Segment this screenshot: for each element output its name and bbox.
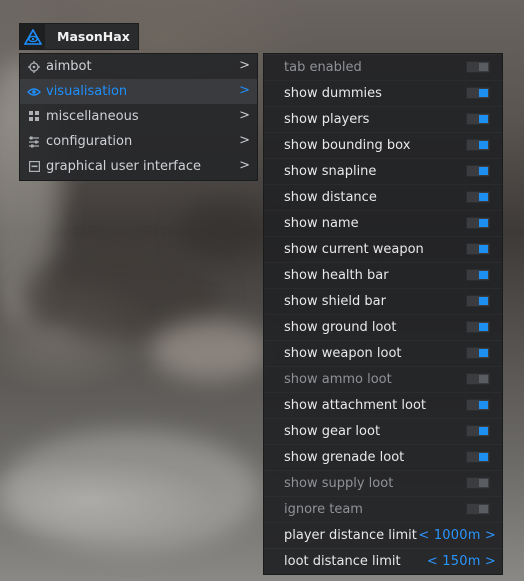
toggle-switch[interactable] <box>466 477 490 489</box>
setting-show-name[interactable]: show name <box>264 210 502 236</box>
nav-item-label: graphical user interface <box>46 159 201 174</box>
setting-show-dummies[interactable]: show dummies <box>264 80 502 106</box>
setting-show-shield-bar[interactable]: show shield bar <box>264 288 502 314</box>
toggle-switch[interactable] <box>466 87 490 99</box>
setting-show-bounding-box[interactable]: show bounding box <box>264 132 502 158</box>
toggle-switch[interactable] <box>466 295 490 307</box>
setting-label: show dummies <box>284 86 382 101</box>
toggle-switch[interactable] <box>466 113 490 125</box>
value-selector[interactable]: < 1000m > <box>418 528 496 543</box>
setting-label: show weapon loot <box>284 346 402 361</box>
crosshair-icon <box>27 60 41 74</box>
setting-player-distance-limit[interactable]: player distance limit < 1000m > <box>264 522 502 548</box>
toggle-switch[interactable] <box>466 243 490 255</box>
toggle-switch[interactable] <box>466 139 490 151</box>
nav-item-label: aimbot <box>46 59 92 74</box>
setting-label: show ground loot <box>284 320 397 335</box>
toggle-switch[interactable] <box>466 269 490 281</box>
setting-label: show health bar <box>284 268 389 283</box>
setting-show-weapon-loot[interactable]: show weapon loot <box>264 340 502 366</box>
toggle-switch[interactable] <box>466 321 490 333</box>
window-icon <box>27 160 41 174</box>
nav-item-visualisation[interactable]: visualisation > <box>20 79 257 104</box>
setting-show-grenade-loot[interactable]: show grenade loot <box>264 444 502 470</box>
setting-show-attachment-loot[interactable]: show attachment loot <box>264 392 502 418</box>
nav-item-miscellaneous[interactable]: miscellaneous > <box>20 104 257 129</box>
logo-icon <box>20 24 45 49</box>
setting-label: show name <box>284 216 359 231</box>
sliders-icon <box>27 135 41 149</box>
toggle-switch[interactable] <box>466 217 490 229</box>
nav-item-configuration[interactable]: configuration > <box>20 129 257 154</box>
setting-label: show attachment loot <box>284 398 426 413</box>
toggle-switch[interactable] <box>466 425 490 437</box>
toggle-switch[interactable] <box>466 347 490 359</box>
value-selector[interactable]: < 150m > <box>427 554 496 569</box>
setting-ignore-team[interactable]: ignore team <box>264 496 502 522</box>
nav-item-graphical-user-interface[interactable]: graphical user interface > <box>20 154 257 179</box>
toggle-switch[interactable] <box>466 61 490 73</box>
setting-label: show distance <box>284 190 377 205</box>
toggle-switch[interactable] <box>466 373 490 385</box>
setting-label: show gear loot <box>284 424 381 439</box>
nav-item-label: visualisation <box>46 84 128 99</box>
chevron-right-icon: > <box>239 108 250 123</box>
setting-loot-distance-limit[interactable]: loot distance limit < 150m > <box>264 548 502 574</box>
setting-label: show shield bar <box>284 294 386 309</box>
toggle-switch[interactable] <box>466 165 490 177</box>
setting-label: tab enabled <box>284 60 362 75</box>
setting-show-health-bar[interactable]: show health bar <box>264 262 502 288</box>
setting-show-supply-loot[interactable]: show supply loot <box>264 470 502 496</box>
setting-show-distance[interactable]: show distance <box>264 184 502 210</box>
setting-label: show grenade loot <box>284 450 405 465</box>
toggle-switch[interactable] <box>466 503 490 515</box>
toggle-switch[interactable] <box>466 451 490 463</box>
setting-label: show ammo loot <box>284 372 392 387</box>
setting-show-ammo-loot[interactable]: show ammo loot <box>264 366 502 392</box>
grid-icon <box>27 110 41 124</box>
setting-show-gear-loot[interactable]: show gear loot <box>264 418 502 444</box>
setting-show-players[interactable]: show players <box>264 106 502 132</box>
chevron-right-icon: > <box>239 58 250 73</box>
nav-item-label: miscellaneous <box>46 109 139 124</box>
setting-label: player distance limit <box>284 528 417 543</box>
visualisation-settings-panel: tab enabled show dummies show players sh… <box>263 53 503 575</box>
setting-label: loot distance limit <box>284 554 401 569</box>
nav-item-aimbot[interactable]: aimbot > <box>20 54 257 79</box>
chevron-right-icon: > <box>239 158 250 173</box>
chevron-right-icon: > <box>239 83 250 98</box>
setting-show-snapline[interactable]: show snapline <box>264 158 502 184</box>
toggle-switch[interactable] <box>466 399 490 411</box>
app-title: MasonHax <box>57 29 130 44</box>
app-title-bar: MasonHax <box>19 23 139 50</box>
setting-show-current-weapon[interactable]: show current weapon <box>264 236 502 262</box>
toggle-switch[interactable] <box>466 191 490 203</box>
eye-icon <box>27 85 41 99</box>
setting-label: show supply loot <box>284 476 394 491</box>
category-nav: aimbot > visualisation > miscellaneous >… <box>19 53 258 181</box>
setting-label: show bounding box <box>284 138 411 153</box>
chevron-right-icon: > <box>239 133 250 148</box>
setting-label: show snapline <box>284 164 377 179</box>
setting-tab-enabled[interactable]: tab enabled <box>264 54 502 80</box>
setting-show-ground-loot[interactable]: show ground loot <box>264 314 502 340</box>
nav-item-label: configuration <box>46 134 133 149</box>
setting-label: show current weapon <box>284 242 424 257</box>
setting-label: ignore team <box>284 502 363 517</box>
setting-label: show players <box>284 112 370 127</box>
